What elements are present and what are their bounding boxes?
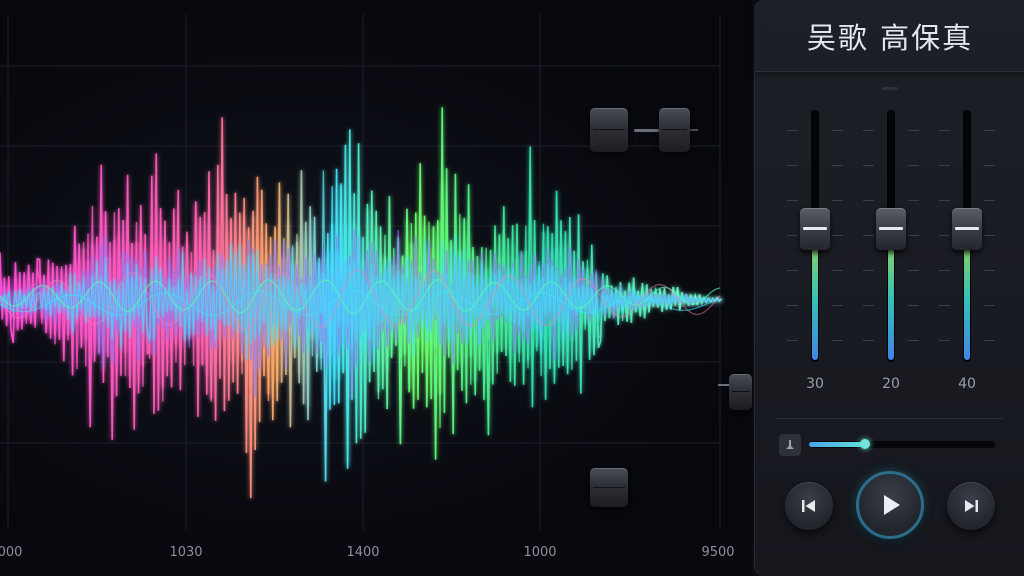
x-tick-label: 000 [0, 545, 22, 560]
next-button[interactable] [947, 482, 995, 530]
fader-tick [939, 270, 950, 271]
play-icon [884, 495, 900, 515]
fader-tick [787, 235, 798, 236]
fader-tick [863, 305, 874, 306]
x-tick-label: 1400 [346, 545, 379, 560]
toggle-link-line [634, 129, 660, 132]
toggle-knob-right[interactable] [659, 108, 690, 152]
fader-tick [832, 200, 843, 201]
fader-tick [984, 235, 995, 236]
x-tick-label: 1030 [169, 545, 202, 560]
fader-1-value: 30 [806, 376, 824, 392]
fader-tick [787, 340, 798, 341]
fader-2[interactable] [861, 108, 921, 364]
bottom-knob[interactable] [590, 468, 628, 507]
fader-tick [863, 165, 874, 166]
fader-tick [863, 130, 874, 131]
x-tick-label: 1000 [523, 545, 556, 560]
fader-tick [832, 165, 843, 166]
fader-tick [908, 270, 919, 271]
fader-tick [832, 340, 843, 341]
prev-button[interactable] [785, 482, 833, 530]
x-axis-ticks: 000 1030 1400 1000 9500 [0, 545, 735, 560]
fader-fill [888, 248, 894, 360]
waveform-series [0, 107, 723, 499]
fader-tick [939, 130, 950, 131]
fader-thumb[interactable] [952, 208, 982, 250]
fader-tick [984, 165, 995, 166]
fader-tick [787, 165, 798, 166]
fader-thumb[interactable] [800, 208, 830, 250]
fader-tick [984, 305, 995, 306]
toggle-knob-left[interactable] [590, 108, 628, 152]
fader-fill [964, 248, 970, 360]
fader-3-value: 40 [958, 376, 976, 392]
fader-2-value: 20 [882, 376, 900, 392]
fader-tick [863, 340, 874, 341]
speaker-icon[interactable] [779, 434, 801, 456]
skip-previous-icon [802, 500, 815, 512]
fader-tick [832, 270, 843, 271]
play-button[interactable] [856, 471, 924, 539]
fader-tick [863, 200, 874, 201]
fader-thumb[interactable] [876, 208, 906, 250]
player-panel: 吴歌 高保真 30 20 40 [754, 0, 1024, 576]
fader-tick [908, 130, 919, 131]
fader-1[interactable] [785, 108, 845, 364]
fader-tick [787, 270, 798, 271]
fader-tick [787, 200, 798, 201]
fader-tick [832, 235, 843, 236]
fader-tick [939, 165, 950, 166]
player-title: 吴歌 高保真 [755, 0, 1024, 72]
fader-tick [908, 165, 919, 166]
fader-tick [984, 270, 995, 271]
fader-tick [939, 235, 950, 236]
fader-tick [939, 305, 950, 306]
fader-tick [863, 270, 874, 271]
side-knob-stem [718, 384, 729, 386]
progress-handle[interactable] [859, 439, 870, 449]
fader-tick [939, 340, 950, 341]
fader-tick [984, 200, 995, 201]
panel-divider [777, 418, 1003, 419]
waveform-visualizer: 000 1030 1400 1000 9500 [0, 0, 752, 576]
fader-tick [908, 340, 919, 341]
fader-tick [984, 130, 995, 131]
fader-tick [908, 305, 919, 306]
waveform-chart: 000 1030 1400 1000 9500 [0, 14, 735, 560]
fader-3[interactable] [937, 108, 997, 364]
progress-bar[interactable] [809, 439, 995, 449]
progress-fill [809, 442, 865, 447]
fader-tick [863, 235, 874, 236]
x-tick-label: 9500 [701, 545, 734, 560]
side-knob[interactable] [729, 374, 752, 410]
skip-next-icon [965, 500, 978, 512]
panel-handle [882, 87, 898, 90]
fader-tick [787, 305, 798, 306]
fader-tick [939, 200, 950, 201]
fader-tick [984, 340, 995, 341]
fader-fill [812, 248, 818, 360]
fader-tick [787, 130, 798, 131]
fader-tick [908, 200, 919, 201]
fader-tick [832, 130, 843, 131]
fader-tick [832, 305, 843, 306]
fader-tick [908, 235, 919, 236]
